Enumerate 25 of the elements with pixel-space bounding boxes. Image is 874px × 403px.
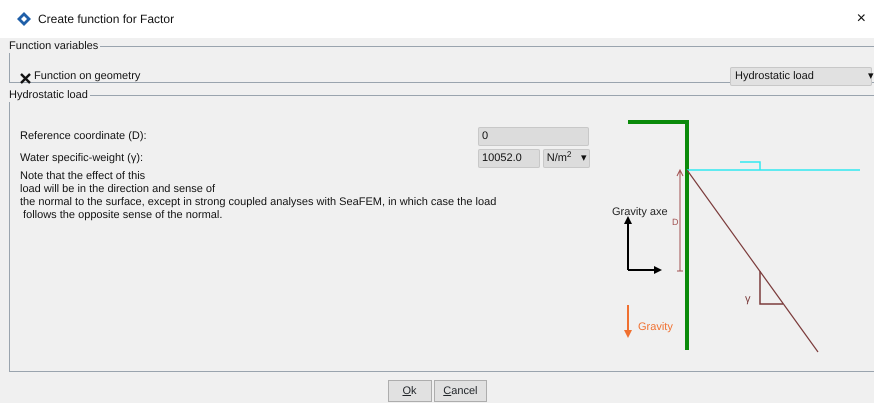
input-field[interactable]: 0 xyxy=(478,127,589,146)
depth-label: D xyxy=(672,217,678,227)
function-type-dropdown[interactable]: Hydrostatic load ▾ xyxy=(730,66,872,86)
field-label: Reference coordinate (D): xyxy=(20,129,148,144)
checkbox[interactable] xyxy=(20,70,31,82)
axis-label: Gravity axe xyxy=(612,206,668,218)
note-text: follows the opposite sense of the normal. xyxy=(22,208,224,222)
field-label: Water specific-weight (γ): xyxy=(20,151,144,166)
ok-button[interactable]: Ok xyxy=(388,380,432,402)
group-title: Function variables xyxy=(9,39,100,53)
weight-label: γ xyxy=(745,293,750,305)
axes-arrow xyxy=(624,216,662,274)
group-title: Hydrostatic load xyxy=(9,88,90,102)
unit-dropdown[interactable]: N/m$^{2}$ ▾ xyxy=(542,149,590,168)
gravity-arrow xyxy=(624,305,632,338)
note-text: the normal to the surface, except in strong coupled analyses with SeaFEM, in which case the load xyxy=(20,196,498,208)
checkbox-label: Function on geometry xyxy=(34,68,140,84)
cancel-button[interactable]: Cancel xyxy=(434,380,486,402)
input-field[interactable]: 10052.0 xyxy=(478,149,540,168)
window-title: Create function for Factor xyxy=(38,11,176,28)
note-text: Note that the effect of this xyxy=(20,170,146,182)
app-logo-icon xyxy=(16,11,32,27)
gravity-label: Gravity xyxy=(638,321,673,333)
close-button[interactable]: × xyxy=(856,7,866,31)
note-text: load will be in the direction and sense of xyxy=(20,182,216,196)
